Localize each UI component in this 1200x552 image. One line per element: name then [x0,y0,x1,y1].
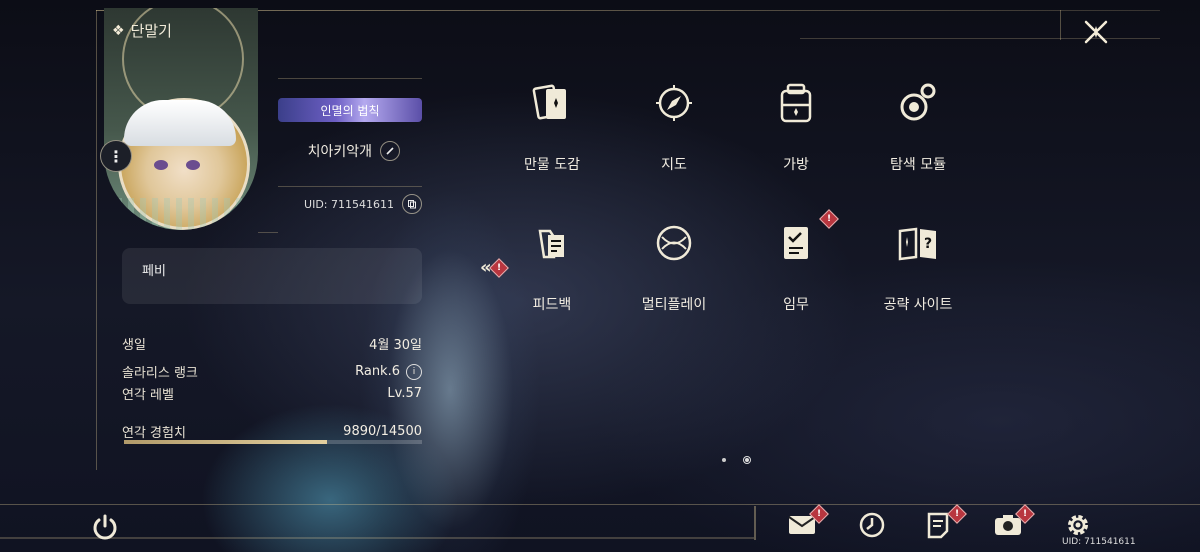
time-button[interactable] [856,510,888,540]
page-indicator-dot[interactable] [722,458,726,462]
close-button[interactable] [1080,16,1112,48]
avatar-eye-left [154,160,168,170]
menu-item-multiplayer[interactable]: 멀티플레이 [628,218,720,314]
gear-icon [1068,515,1088,535]
nickname: 치아키악개 [307,144,372,160]
menu-item-label: 임무 [783,297,809,313]
avatar-card[interactable] [104,8,258,230]
uid-text: UID: 711541611 [304,197,394,211]
exp-progress-fill [124,440,328,444]
bio-box[interactable]: 페비 [122,248,422,304]
stat-value: 9890/14500 [343,424,422,439]
settings-button[interactable] [1062,510,1094,540]
pencil-icon [386,147,394,155]
divider [258,232,278,233]
stat-value: Rank.6 [355,364,400,379]
cards-icon [532,84,566,120]
guide-book-icon: ? [898,227,936,261]
menu-item-label: 탐색 모듈 [890,157,946,173]
exp-progress-bar [124,440,422,444]
compass-icon [656,85,692,121]
menu-item-label: 가방 [783,157,809,173]
info-icon[interactable]: i [406,363,422,380]
menu-item-bag[interactable]: 가방 [750,78,842,174]
avatar-card-pattern [104,198,258,230]
menu-item-label: 만물 도감 [524,157,580,173]
page-title: ❖ 단말기 [112,20,172,41]
stat-solaris-rank: 솔라리스 랭크 Rank.6 i [122,362,422,381]
stat-value: Lv.57 [387,386,422,401]
copy-uid-button[interactable] [402,194,422,214]
menu-item-label: 피드백 [532,297,572,313]
backpack-icon [780,83,812,123]
explore-module-icon [900,83,936,121]
title-badge-text: 인멸의 법칙 [320,103,380,118]
bottom-bar-divider [754,506,756,540]
menu-item-quest[interactable]: 임무 [750,218,842,314]
nickname-row: 치아키악개 [308,141,400,161]
page-title-text: 단말기 [130,22,172,40]
menu-item-map[interactable]: 지도 [628,78,720,174]
divider [278,78,422,79]
stat-value: 4월 30일 [369,338,422,353]
stat-label: 솔라리스 랭크 [122,366,198,381]
menu-item-label: 공략 사이트 [883,297,953,313]
divider [278,186,422,187]
stat-exp: 연각 경험치 9890/14500 [122,422,422,441]
collapse-panel-button[interactable]: « ! [480,257,509,278]
stat-label: 연각 레벨 [122,388,174,403]
power-icon [93,514,117,540]
multiplayer-icon [656,225,692,261]
frame-right-line [1060,10,1061,40]
close-icon [1084,20,1108,44]
avatar-eye-right [186,160,200,170]
more-vertical-icon: ⋮ [108,146,124,166]
menu-item-guide[interactable]: ? 공략 사이트 [872,218,964,314]
copy-icon [408,200,416,209]
bio-text: 페비 [142,264,166,279]
avatar-hat [124,100,236,146]
stat-level: 연각 레벨 Lv.57 [122,384,422,403]
terminal-diamond-icon: ❖ [112,22,125,39]
menu-item-label: 멀티플레이 [641,297,707,313]
notice-icon [927,512,949,539]
title-badge[interactable]: 인멸의 법칙 [278,98,422,122]
quest-icon [784,227,808,259]
svg-text:?: ? [924,236,932,252]
exit-button[interactable] [90,512,120,542]
more-options-button[interactable]: ⋮ [100,140,132,172]
feedback-icon [538,229,564,259]
frame-left-line [96,10,97,470]
menu-item-explore-module[interactable]: 탐색 모듈 [872,78,964,174]
stat-label: 생일 [122,338,146,353]
clock-icon [859,512,885,538]
page-indicator-dot-active[interactable] [743,456,751,464]
uid-row: UID: 711541611 [290,194,422,214]
menu-item-label: 지도 [661,157,687,173]
menu-item-feedback[interactable]: 피드백 [506,218,598,314]
bottom-uid-text: UID: 711541611 [1062,537,1136,547]
edit-nickname-button[interactable] [380,141,400,161]
bottom-bar-line [0,504,1200,505]
menu-item-collection[interactable]: 만물 도감 [506,78,598,174]
stat-label: 연각 경험치 [122,426,186,441]
stat-birthday: 생일 4월 30일 [122,334,422,353]
